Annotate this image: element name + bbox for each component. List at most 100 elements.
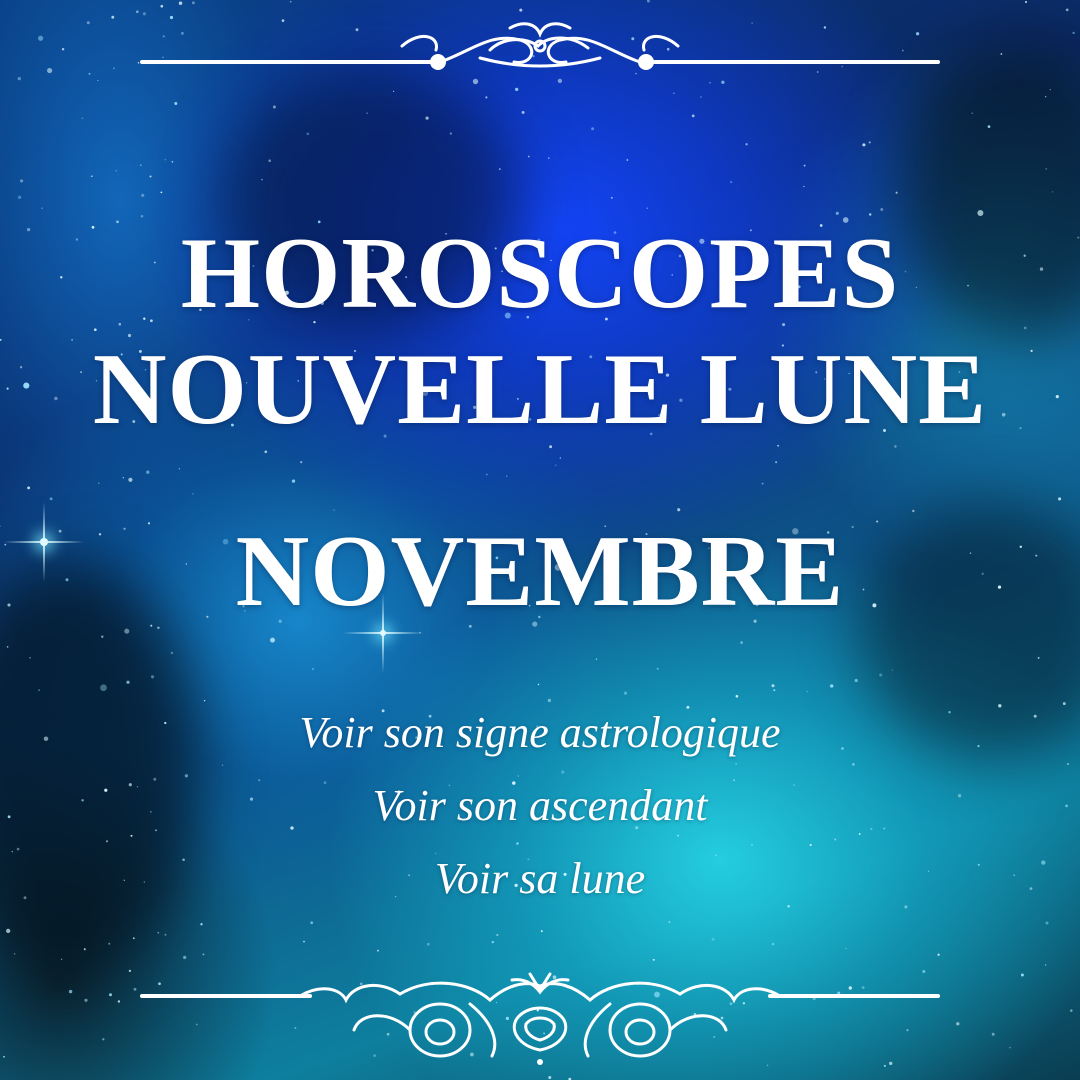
star-icon [128, 477, 133, 482]
star-icon [150, 675, 155, 679]
star-icon [854, 678, 858, 683]
star-icon [117, 1000, 121, 1003]
star-icon [300, 461, 303, 464]
star-icon [491, 940, 494, 944]
star-icon [6, 928, 11, 934]
star-icon [977, 209, 984, 217]
star-icon [547, 698, 552, 703]
star-icon [626, 159, 629, 161]
star-icon [105, 840, 109, 843]
star-icon [1070, 1009, 1073, 1012]
star-icon [761, 482, 764, 485]
star-icon [517, 775, 519, 777]
star-icon [425, 116, 429, 120]
star-icon [559, 457, 561, 459]
star-icon [133, 987, 137, 991]
star-icon [987, 125, 991, 128]
star-icon [729, 180, 733, 184]
star-icon [132, 937, 135, 940]
star-icon [135, 10, 139, 14]
star-icon [656, 667, 659, 670]
star-icon [108, 942, 111, 945]
star-icon [97, 79, 99, 82]
star-icon [160, 4, 164, 8]
star-icon [88, 72, 91, 75]
star-icon [809, 843, 812, 847]
link-signe-astrologique[interactable]: Voir son signe astrologique [0, 707, 1080, 759]
star-icon [333, 509, 335, 511]
star-icon [272, 105, 276, 109]
star-icon [164, 159, 166, 161]
star-icon [3, 1055, 5, 1058]
star-icon [561, 770, 565, 774]
star-icon [735, 694, 739, 698]
star-icon [852, 763, 855, 766]
star-icon [904, 905, 908, 909]
star-icon [1058, 497, 1062, 501]
star-icon [646, 207, 648, 209]
star-icon [142, 12, 146, 16]
star-icon [100, 684, 107, 692]
star-icon [16, 847, 20, 851]
star-icon [1072, 31, 1075, 35]
star-icon [858, 833, 861, 835]
star-icon [803, 185, 805, 188]
star-icon [862, 143, 866, 147]
star-icon [547, 157, 550, 159]
star-icon [1044, 964, 1047, 966]
star-icon [170, 651, 174, 655]
star-icon [1009, 1046, 1011, 1049]
star-icon [47, 68, 53, 74]
star-icon [449, 132, 453, 135]
star-icon [124, 628, 130, 634]
star-icon [149, 175, 152, 178]
star-icon [668, 921, 671, 923]
star-icon [192, 493, 194, 495]
star-icon [891, 669, 893, 671]
star-icon [268, 159, 272, 163]
star-icon [937, 953, 940, 956]
star-icon [735, 762, 737, 765]
star-icon [178, 1, 183, 5]
star-icon [122, 477, 124, 479]
star-icon [37, 35, 44, 41]
star-icon [830, 684, 834, 688]
star-icon [771, 942, 775, 946]
star-icon [880, 208, 884, 211]
star-icon [610, 196, 613, 199]
star-icon [17, 76, 21, 81]
star-icon [740, 641, 744, 645]
star-icon [221, 764, 224, 766]
star-icon [86, 21, 90, 25]
star-icon [183, 955, 187, 960]
star-flare-icon [380, 630, 386, 636]
star-icon [646, 0, 650, 3]
star-icon [1045, 921, 1049, 925]
star-icon [171, 160, 174, 163]
star-icon [289, 0, 292, 3]
link-ascendant[interactable]: Voir son ascendant [0, 780, 1080, 832]
star-icon [113, 67, 115, 70]
star-icon [1051, 191, 1054, 193]
star-icon [38, 689, 40, 691]
star-icon [485, 473, 488, 476]
star-icon [956, 1022, 960, 1026]
star-icon [771, 684, 775, 688]
star-icon [751, 843, 753, 846]
star-icon [691, 114, 695, 118]
star-icon [306, 132, 310, 136]
star-icon [537, 683, 540, 686]
star-icon [521, 110, 525, 114]
star-icon [202, 953, 205, 956]
star-icon [27, 486, 31, 490]
star-icon [126, 680, 130, 684]
star-icon [303, 940, 305, 943]
star-icon [912, 509, 915, 513]
star-icon [17, 195, 22, 199]
star-icon [1045, 168, 1047, 170]
star-icon [591, 127, 595, 131]
star-icon [160, 191, 163, 194]
star-icon [140, 164, 142, 166]
link-lune[interactable]: Voir sa lune [0, 853, 1080, 905]
star-icon [203, 699, 206, 702]
